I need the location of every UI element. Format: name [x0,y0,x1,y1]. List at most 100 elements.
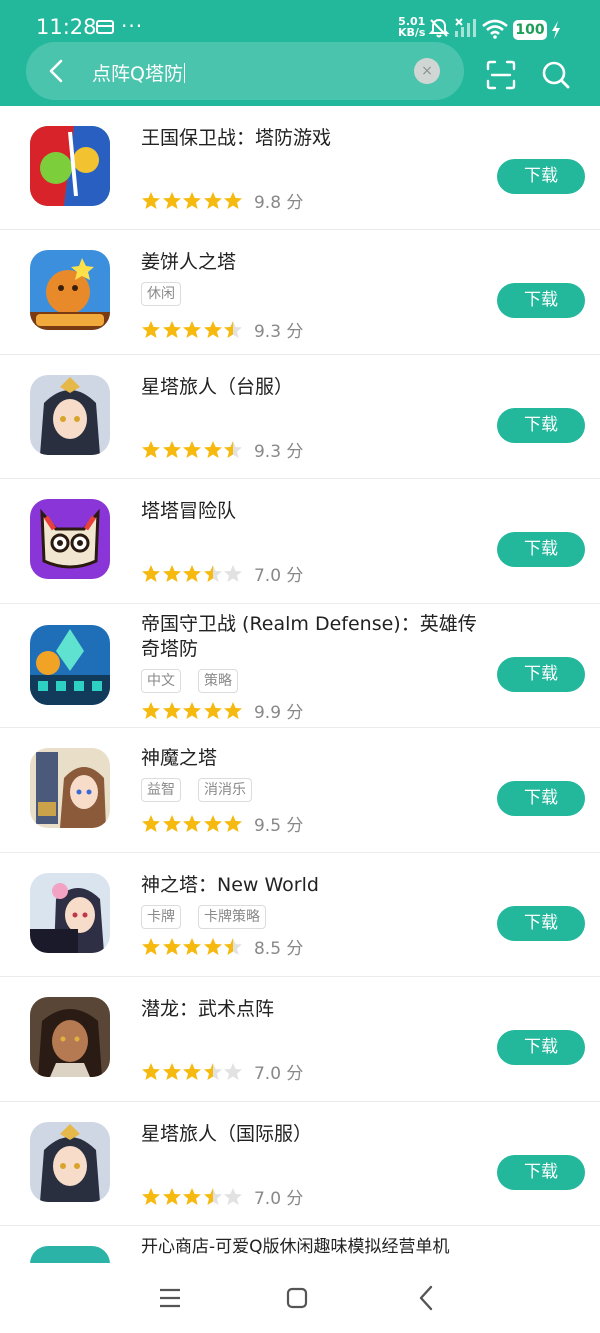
star-rating: 8.5 分 [141,934,304,959]
back-arrow-icon[interactable] [46,58,68,84]
rating-score: 7.0 分 [253,1064,304,1084]
app-name[interactable]: 开心商店-可爱Q版休闲趣味模拟经营单机 [141,1235,481,1260]
app-icon[interactable] [30,625,110,705]
app-icon[interactable] [30,1122,110,1202]
app-icon[interactable] [30,873,110,953]
list-item[interactable]: 塔塔冒险队 7.0 分 下载 [0,479,600,604]
app-icon[interactable] [30,250,110,330]
app-name[interactable]: 帝国守卫战 (Realm Defense)：英雄传奇塔防 [141,612,481,662]
tag: 策略 [198,669,238,693]
status-time: 11:28 [36,15,97,39]
star-rating: 7.0 分 [141,561,304,586]
list-item[interactable]: 神之塔：New World 卡牌 卡牌策略 8.5 分 下载 [0,853,600,977]
star-full-icon [224,702,243,719]
star-rating: 7.0 分 [141,1184,304,1209]
app-icon[interactable] [30,997,110,1077]
download-button[interactable]: 下载 [497,1030,585,1065]
app-icon[interactable] [30,748,110,828]
download-button[interactable]: 下载 [497,1155,585,1190]
app-icon[interactable] [30,375,110,455]
star-full-icon [142,441,160,458]
app-name[interactable]: 姜饼人之塔 [141,250,481,275]
download-button[interactable]: 下载 [497,283,585,318]
star-full-icon [142,565,160,582]
rating-score: 9.3 分 [253,442,304,462]
home-icon[interactable] [286,1287,308,1309]
star-rating: 9.9 分 [141,698,304,723]
star-rating: 9.3 分 [141,437,304,462]
app-name[interactable]: 星塔旅人（台服） [141,375,481,400]
star-full-icon [142,1188,160,1205]
search-query-text: 点阵Q塔防 [92,63,183,85]
rating-score: 7.0 分 [253,1189,304,1209]
list-item[interactable]: 潜龙：武术点阵 7.0 分 下载 [0,977,600,1102]
app-icon[interactable] [30,1246,110,1263]
rating-score: 7.0 分 [253,566,304,586]
list-item[interactable]: 姜饼人之塔 休闲 9.3 分 下载 [0,230,600,355]
list-item[interactable]: 开心商店-可爱Q版休闲趣味模拟经营单机 [0,1226,600,1263]
download-button[interactable]: 下载 [497,781,585,816]
star-full-icon [203,815,222,832]
star-empty-icon [224,1188,243,1205]
app-name[interactable]: 神魔之塔 [141,746,481,771]
star-full-icon [142,192,160,209]
app-icon[interactable] [30,499,110,579]
net-speed: 5.01 KB/s [398,16,425,38]
star-empty-icon [224,1063,243,1080]
list-item[interactable]: 星塔旅人（台服） 9.3 分 下载 [0,355,600,479]
star-full-icon [142,702,160,719]
rating-score: 8.5 分 [253,939,304,959]
star-half-icon [224,938,243,955]
star-rating: 7.0 分 [141,1059,304,1084]
star-half-icon [224,441,243,458]
app-name[interactable]: 星塔旅人（国际服） [141,1122,481,1147]
star-full-icon [142,1063,160,1080]
star-half-icon [224,321,243,338]
search-bar[interactable]: 点阵Q塔防 × [26,42,464,100]
list-item[interactable]: 神魔之塔 益智 消消乐 9.5 分 下载 [0,728,600,853]
app-name[interactable]: 神之塔：New World [141,873,481,898]
star-rating: 9.8 分 [141,188,303,213]
download-button[interactable]: 下载 [497,408,585,443]
list-item[interactable]: 王国保卫战：塔防游戏 9.8 分 下载 [0,106,600,230]
search-result-list[interactable]: 王国保卫战：塔防游戏 9.8 分 下载 姜饼人之塔 休闲 9.3 分 下载 星塔… [0,106,600,1263]
star-full-icon [162,321,181,338]
tag: 消消乐 [198,778,252,802]
download-button[interactable]: 下载 [497,532,585,567]
bell-muted-icon [428,18,450,38]
tag: 卡牌 [141,905,181,929]
download-button[interactable]: 下载 [497,906,585,941]
card-icon [96,20,114,34]
back-icon[interactable] [418,1285,434,1311]
navigation-bar [0,1263,600,1333]
app-name[interactable]: 潜龙：武术点阵 [141,997,481,1022]
app-name[interactable]: 王国保卫战：塔防游戏 [141,126,481,151]
star-half-icon [203,1188,222,1205]
tag: 中文 [141,669,181,693]
charging-icon [552,21,560,39]
star-full-icon [183,1188,202,1205]
app-icon[interactable] [30,126,110,206]
list-item[interactable]: 帝国守卫战 (Realm Defense)：英雄传奇塔防 中文 策略 9.9 分 … [0,604,600,728]
star-full-icon [162,815,181,832]
star-full-icon [142,938,160,955]
star-full-icon [183,565,202,582]
rating-score: 9.9 分 [253,703,304,723]
clear-icon[interactable]: × [414,58,440,84]
star-full-icon [142,321,160,338]
star-full-icon [203,441,222,458]
scan-icon[interactable] [486,60,516,90]
status-bar: 11:28 ··· 5.01 KB/s 100 [0,0,600,44]
download-button[interactable]: 下载 [497,159,585,194]
star-full-icon [183,1063,202,1080]
list-item[interactable]: 星塔旅人（国际服） 7.0 分 下载 [0,1102,600,1226]
search-input[interactable]: 点阵Q塔防 [92,59,185,86]
star-half-icon [203,1063,222,1080]
rating-score: 9.3 分 [253,322,304,342]
app-name[interactable]: 塔塔冒险队 [141,499,481,524]
search-icon[interactable] [542,60,570,90]
download-button[interactable]: 下载 [497,657,585,692]
star-full-icon [183,321,202,338]
menu-icon[interactable] [159,1287,181,1309]
star-full-icon [162,938,181,955]
